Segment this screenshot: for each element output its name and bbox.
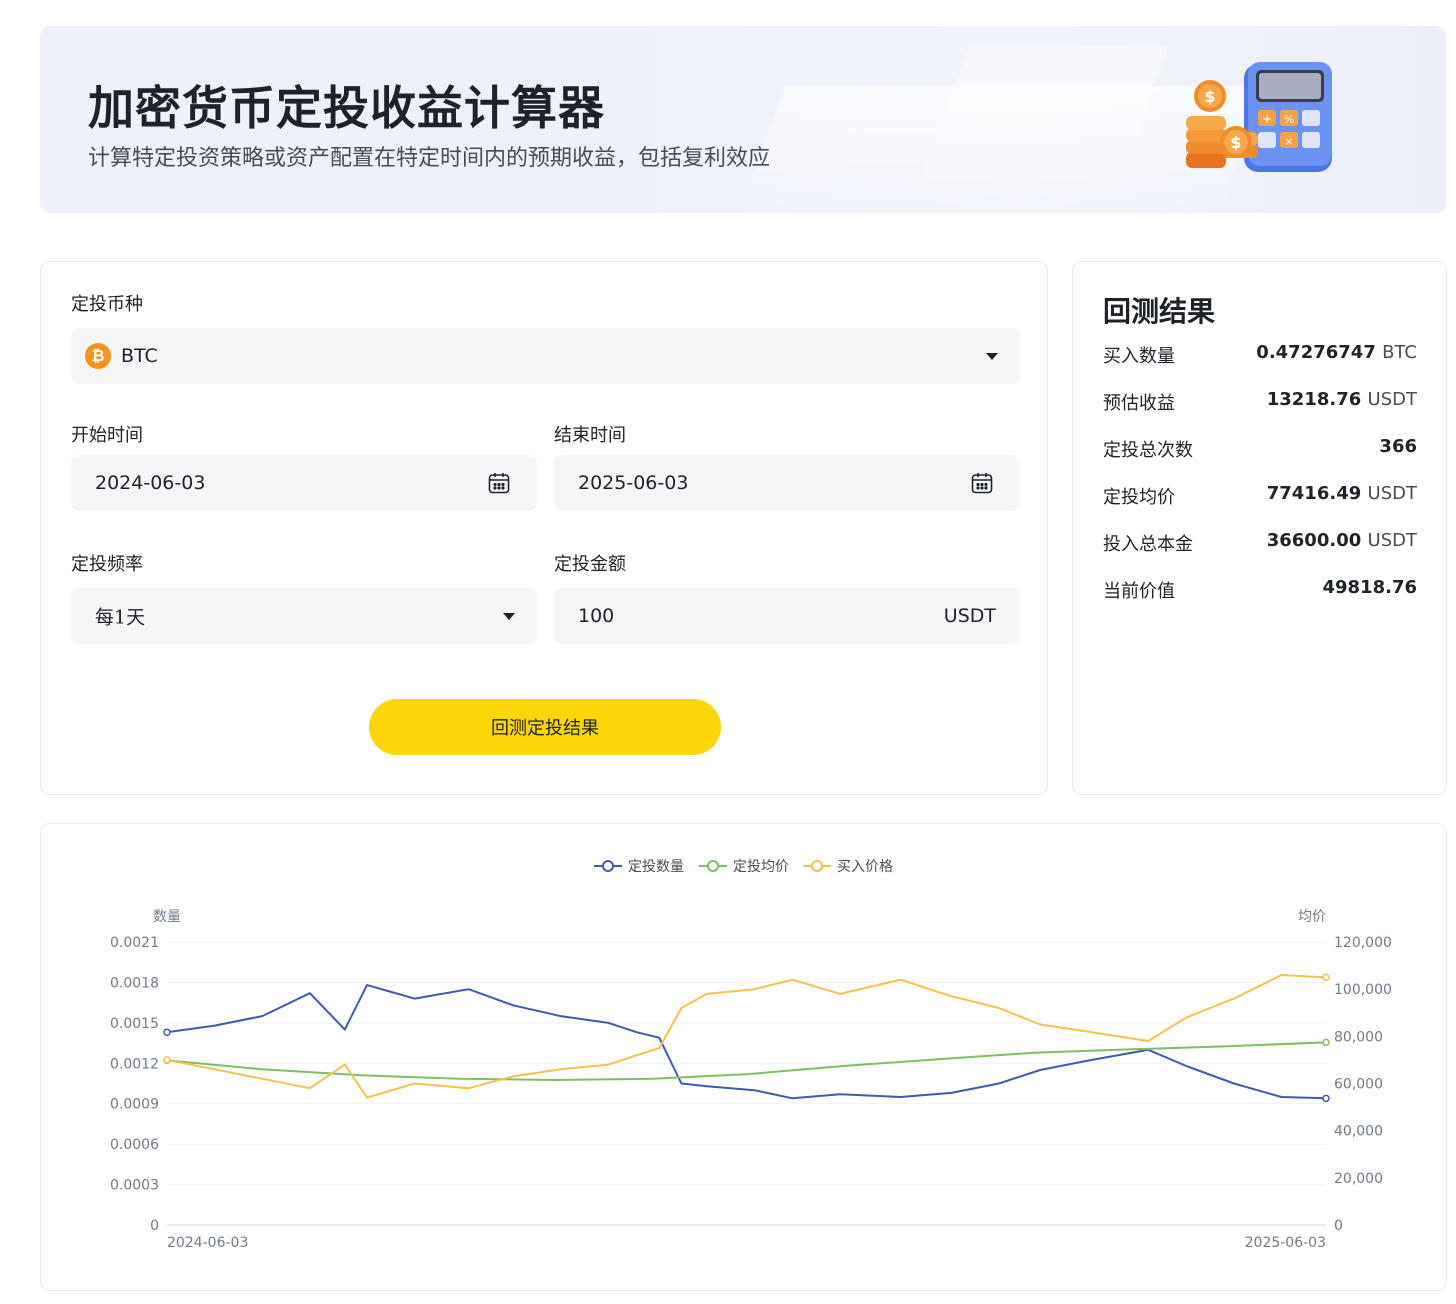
result-row: 预估收益 13218.76 USDT [1103, 389, 1417, 415]
series-endpoint [1322, 1094, 1330, 1103]
frequency-value: 每1天 [95, 606, 146, 629]
y-right-tick-label: 80,000 [1334, 1029, 1383, 1045]
result-value: 49818.76 [1322, 577, 1417, 598]
x-tick-label: 2025-06-03 [1245, 1235, 1326, 1251]
result-value: 77416.49 USDT [1266, 483, 1417, 504]
svg-text:+: + [1262, 112, 1272, 126]
result-row: 投入总本金 36600.00 USDT [1103, 530, 1417, 556]
result-value: 0.47276747 BTC [1256, 342, 1417, 363]
result-value: 36600.00 USDT [1266, 530, 1417, 551]
x-tick-label: 2024-06-03 [167, 1235, 248, 1251]
y-right-tick-label: 60,000 [1334, 1077, 1383, 1093]
result-row: 当前价值 49818.76 [1103, 577, 1417, 603]
calendar-icon [488, 473, 510, 494]
results-panel: 回测结果 买入数量 0.47276747 BTC 预估收益 13218.76 U… [1072, 261, 1447, 795]
amount-input[interactable]: 100 USDT [554, 588, 1020, 644]
svg-text:$: $ [1230, 133, 1241, 152]
page-title: 加密货币定投收益计算器 [88, 81, 605, 135]
legend-marker [602, 860, 614, 872]
y-left-tick-label: 0.0015 [110, 1016, 159, 1032]
start-date-input[interactable]: 2024-06-03 [71, 455, 537, 511]
result-value: 13218.76 USDT [1266, 389, 1417, 410]
btc-icon: ₿ [85, 343, 111, 369]
start-date-value: 2024-06-03 [95, 472, 206, 494]
y-right-tick-label: 100,000 [1334, 982, 1392, 998]
legend-marker [707, 860, 719, 872]
y-left-tick-label: 0.0021 [110, 935, 159, 951]
y-left-axis-title: 数量 [153, 909, 181, 925]
calculator-coins-illustration: + % × $ $ [1186, 62, 1332, 172]
legend-marker [811, 860, 823, 872]
coin-label: 定投币种 [71, 294, 143, 315]
series-line-1 [166, 984, 1327, 1100]
y-right-tick-label: 40,000 [1334, 1124, 1383, 1140]
result-key: 当前价值 [1103, 581, 1175, 602]
y-left-tick-label: 0.0006 [110, 1137, 159, 1153]
svg-text:×: × [1284, 135, 1293, 148]
results-title: 回测结果 [1103, 295, 1216, 328]
y-left-tick-label: 0.0009 [110, 1097, 159, 1113]
result-key: 预估收益 [1103, 393, 1175, 414]
result-row: 买入数量 0.47276747 BTC [1103, 342, 1417, 368]
frequency-label: 定投频率 [71, 554, 143, 575]
header-banner: 加密货币定投收益计算器 计算特定投资策略或资产配置在特定时间内的预期收益，包括复… [40, 26, 1446, 213]
page-subtitle: 计算特定投资策略或资产配置在特定时间内的预期收益，包括复利效应 [88, 146, 771, 171]
end-date-value: 2025-06-03 [578, 472, 689, 494]
end-date-label: 结束时间 [554, 425, 626, 446]
series-line-2 [166, 1041, 1327, 1081]
result-key: 投入总本金 [1103, 534, 1193, 555]
y-left-tick-label: 0.0003 [110, 1178, 159, 1194]
calculator-form: 定投币种 ₿ BTC 开始时间 2024-06-03 结束时间 2025-06-… [40, 261, 1048, 795]
series-endpoint [163, 1056, 171, 1064]
legend-label: 定投均价 [733, 859, 789, 875]
amount-label: 定投金额 [554, 554, 626, 575]
result-value: 366 [1379, 436, 1417, 457]
svg-text:$: $ [1204, 87, 1215, 106]
y-right-axis-title: 均价 [1298, 909, 1326, 925]
legend-label: 买入价格 [837, 859, 893, 875]
legend-label: 定投数量 [628, 859, 684, 875]
chevron-down-icon [986, 353, 998, 360]
result-key: 买入数量 [1103, 346, 1175, 367]
series-endpoint [163, 1028, 171, 1037]
series-line-3 [166, 974, 1327, 1099]
y-right-tick-label: 0 [1334, 1218, 1343, 1234]
frequency-select[interactable]: 每1天 [71, 588, 537, 644]
start-date-label: 开始时间 [71, 425, 143, 446]
series-endpoint [1322, 973, 1330, 982]
y-right-tick-label: 120,000 [1334, 935, 1392, 951]
chevron-down-icon [503, 613, 515, 620]
result-key: 定投均价 [1103, 487, 1175, 508]
amount-value: 100 [578, 605, 615, 627]
result-row: 定投总次数 366 [1103, 436, 1417, 462]
backtest-button[interactable]: 回测定投结果 [369, 699, 721, 755]
y-right-tick-label: 20,000 [1334, 1171, 1383, 1187]
end-date-input[interactable]: 2025-06-03 [554, 455, 1020, 511]
y-left-tick-label: 0.0018 [110, 975, 159, 991]
svg-text:%: % [1284, 113, 1294, 126]
coin-select-value: BTC [121, 345, 158, 367]
chart-panel: 0 0.0003 0.0006 0.0009 0.0012 0.0015 0.0018 0.0… [40, 823, 1447, 1291]
coin-select[interactable]: ₿ BTC [71, 328, 1020, 384]
amount-unit: USDT [943, 605, 996, 627]
dca-chart: 0 0.0003 0.0006 0.0009 0.0012 0.0015 0.0018 0.0… [110, 859, 1392, 1251]
y-left-tick-label: 0.0012 [110, 1056, 159, 1072]
y-left-tick-label: 0 [150, 1218, 159, 1234]
result-row: 定投均价 77416.49 USDT [1103, 483, 1417, 509]
calendar-icon [971, 473, 993, 494]
series-endpoint [1322, 1038, 1330, 1047]
result-key: 定投总次数 [1103, 440, 1193, 461]
